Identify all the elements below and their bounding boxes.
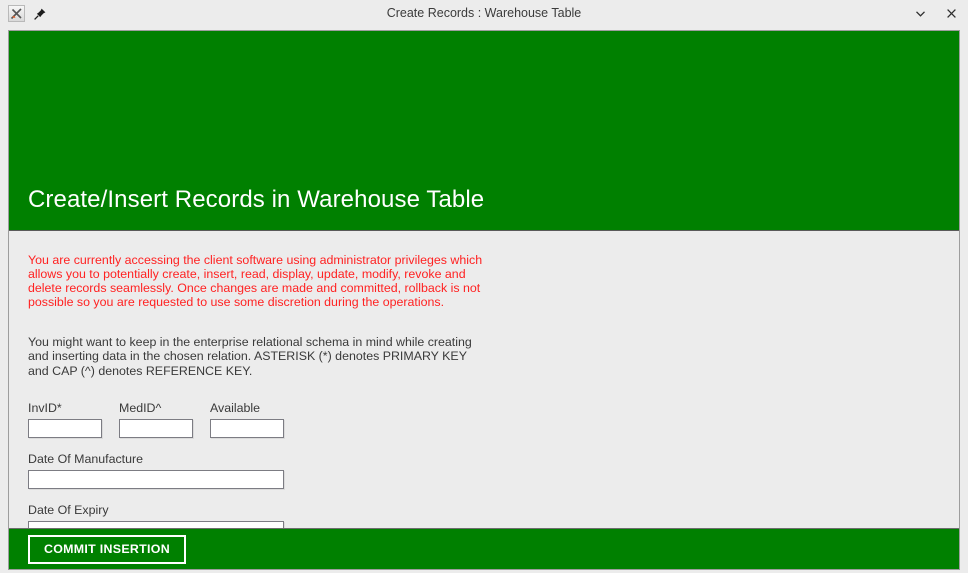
pin-icon[interactable] [32,6,48,22]
field-group-invid: InvID* [28,401,102,438]
footer-bar: COMMIT INSERTION [9,528,959,569]
label-date-of-manufacture: Date Of Manufacture [28,451,144,466]
window-frame: Create/Insert Records in Warehouse Table… [0,27,968,573]
form-content: You are currently accessing the client s… [9,231,959,540]
header-banner: Create/Insert Records in Warehouse Table [9,31,959,231]
window-inner: Create/Insert Records in Warehouse Table… [8,30,960,570]
field-group-medid: MedID^ [119,401,193,438]
field-row-primary: InvID* MedID^ Available [28,401,959,438]
titlebar-window-controls [912,0,960,27]
titlebar-left-icons [0,5,48,22]
label-invid: InvID* [28,400,62,415]
label-date-of-expiry: Date Of Expiry [28,502,109,517]
field-group-available: Available [210,401,284,438]
schema-info-text: You might want to keep in the enterprise… [28,335,472,378]
input-date-of-manufacture[interactable] [28,469,284,489]
input-available[interactable] [210,418,284,438]
label-medid: MedID^ [119,400,162,415]
chevron-down-icon[interactable] [912,5,929,22]
page-title: Create/Insert Records in Warehouse Table [28,186,485,213]
window-titlebar: Create Records : Warehouse Table [0,0,968,27]
commit-insertion-button[interactable]: COMMIT INSERTION [28,534,186,564]
admin-warning-text: You are currently accessing the client s… [28,253,483,310]
input-invid[interactable] [28,418,102,438]
label-available: Available [210,400,261,415]
tk-app-icon[interactable] [8,5,25,22]
field-group-date-of-manufacture: Date Of Manufacture [28,452,959,489]
input-medid[interactable] [119,418,193,438]
close-icon[interactable] [943,5,960,22]
window-title: Create Records : Warehouse Table [386,6,582,20]
